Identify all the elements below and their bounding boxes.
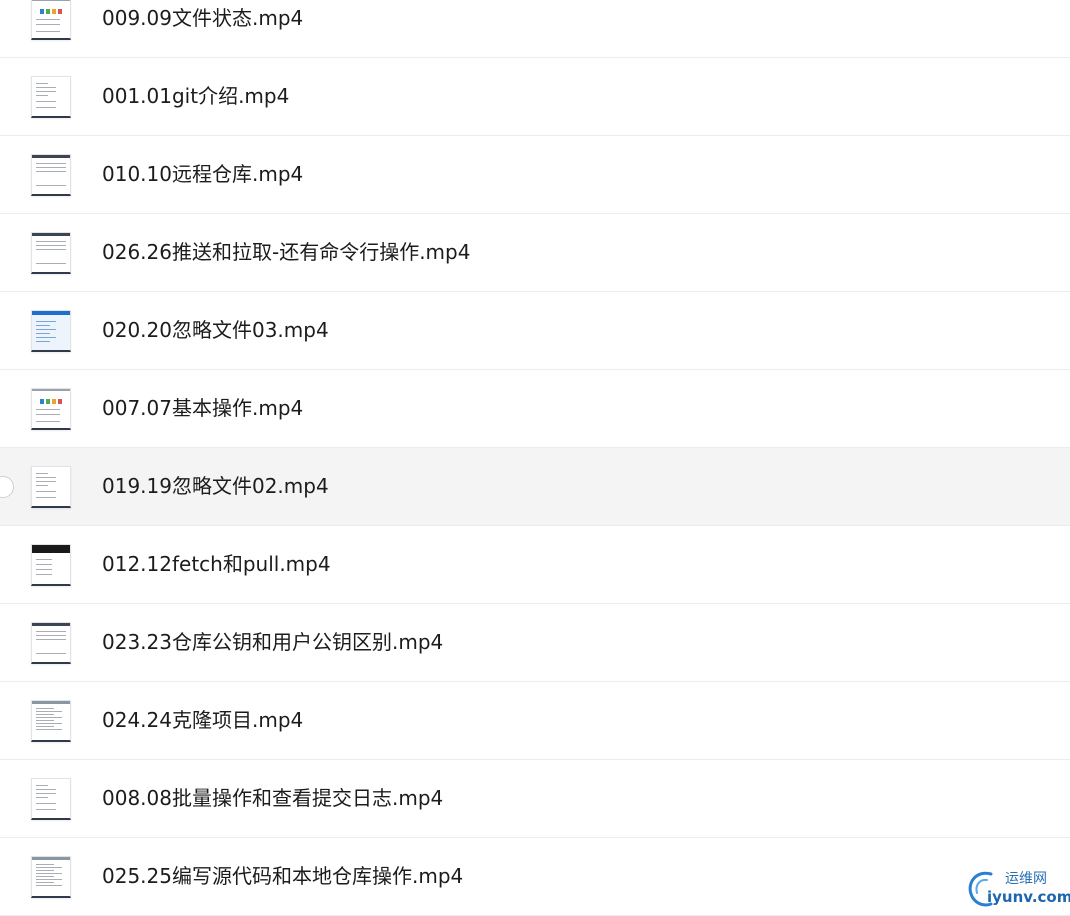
file-name[interactable]: 025.25编写源代码和本地仓库操作.mp4 — [102, 838, 463, 915]
video-thumbnail-icon[interactable] — [31, 778, 71, 820]
file-name[interactable]: 023.23仓库公钥和用户公钥区别.mp4 — [102, 604, 443, 681]
video-thumbnail-icon[interactable] — [31, 232, 71, 274]
video-thumbnail-icon[interactable] — [31, 622, 71, 664]
video-thumbnail-icon[interactable] — [31, 466, 71, 508]
video-thumbnail-icon[interactable] — [31, 154, 71, 196]
file-row[interactable]: 023.23仓库公钥和用户公钥区别.mp4 — [0, 604, 1070, 682]
file-name[interactable]: 020.20忽略文件03.mp4 — [102, 292, 329, 369]
file-row[interactable]: 009.09文件状态.mp4 — [0, 0, 1070, 58]
file-name[interactable]: 012.12fetch和pull.mp4 — [102, 526, 331, 603]
file-row[interactable]: 010.10远程仓库.mp4 — [0, 136, 1070, 214]
file-row[interactable]: 019.19忽略文件02.mp4 — [0, 448, 1070, 526]
watermark-title: 运维网 — [1005, 871, 1047, 887]
file-name[interactable]: 019.19忽略文件02.mp4 — [102, 448, 329, 525]
file-name[interactable]: 007.07基本操作.mp4 — [102, 370, 303, 447]
video-thumbnail-icon[interactable] — [31, 544, 71, 586]
file-name[interactable]: 001.01git介绍.mp4 — [102, 58, 289, 135]
file-row[interactable]: 026.26推送和拉取-还有命令行操作.mp4 — [0, 214, 1070, 292]
file-row[interactable]: 001.01git介绍.mp4 — [0, 58, 1070, 136]
video-thumbnail-icon[interactable] — [31, 76, 71, 118]
file-name[interactable]: 008.08批量操作和查看提交日志.mp4 — [102, 760, 443, 837]
file-name[interactable]: 024.24克隆项目.mp4 — [102, 682, 303, 759]
watermark-domain: iyunv.com — [987, 888, 1070, 906]
file-row[interactable]: 020.20忽略文件03.mp4 — [0, 292, 1070, 370]
file-row[interactable]: 007.07基本操作.mp4 — [0, 370, 1070, 448]
file-name[interactable]: 026.26推送和拉取-还有命令行操作.mp4 — [102, 214, 470, 291]
file-name[interactable]: 010.10远程仓库.mp4 — [102, 136, 303, 213]
video-thumbnail-icon[interactable] — [31, 856, 71, 898]
file-row[interactable]: 025.25编写源代码和本地仓库操作.mp4 — [0, 838, 1070, 916]
file-row[interactable]: 024.24克隆项目.mp4 — [0, 682, 1070, 760]
file-row[interactable]: 008.08批量操作和查看提交日志.mp4 — [0, 760, 1070, 838]
file-row[interactable]: 012.12fetch和pull.mp4 — [0, 526, 1070, 604]
video-thumbnail-icon[interactable] — [31, 700, 71, 742]
file-list: 009.09文件状态.mp4 001.01git介绍.mp4 010.10远程仓库.… — [0, 0, 1070, 916]
select-radio[interactable] — [0, 476, 14, 498]
file-name[interactable]: 009.09文件状态.mp4 — [102, 0, 303, 57]
video-thumbnail-icon[interactable] — [31, 388, 71, 430]
watermark-logo: 运维网 iyunv.com — [965, 866, 1070, 912]
video-thumbnail-icon[interactable] — [31, 310, 71, 352]
video-thumbnail-icon[interactable] — [31, 0, 71, 40]
